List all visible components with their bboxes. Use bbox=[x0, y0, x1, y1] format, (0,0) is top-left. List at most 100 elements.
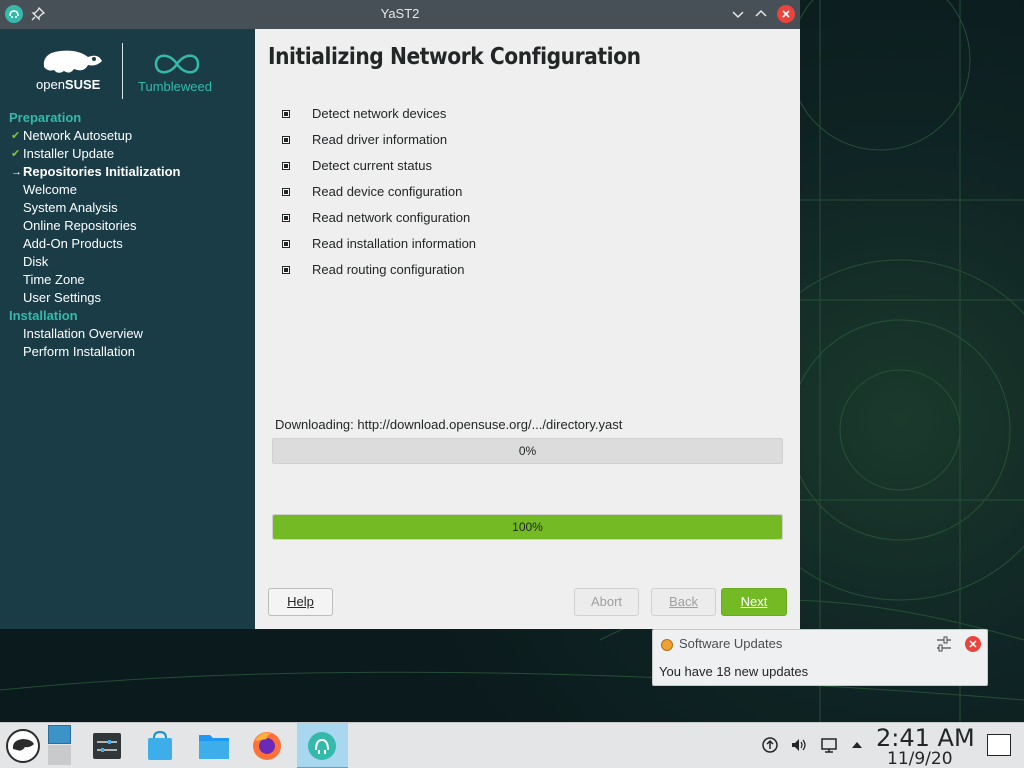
task-label: Detect network devices bbox=[312, 106, 447, 121]
task-label: Read device configuration bbox=[312, 184, 463, 199]
tumbleweed-infinity-icon bbox=[154, 54, 200, 74]
step-list: Preparation ✔ Network Autosetup ✔ Installe… bbox=[0, 109, 255, 361]
close-icon bbox=[969, 640, 977, 648]
step-perform-installation: Perform Installation bbox=[0, 343, 255, 361]
task-checkbox-icon bbox=[282, 240, 290, 248]
maximize-button[interactable] bbox=[752, 5, 770, 23]
clock-date[interactable]: 11/9/20 bbox=[887, 749, 953, 768]
configure-notification-button[interactable] bbox=[935, 635, 953, 653]
folder-icon bbox=[199, 735, 229, 759]
step-user-settings: User Settings bbox=[0, 289, 255, 307]
step-label: Network Autosetup bbox=[23, 128, 133, 143]
chevron-up-icon bbox=[755, 9, 767, 17]
notification-title: Software Updates bbox=[679, 636, 783, 651]
download-status: Downloading: http://download.opensuse.or… bbox=[275, 417, 623, 432]
settings-icon bbox=[93, 733, 121, 759]
clock-time[interactable]: 2:41 AM bbox=[876, 724, 975, 752]
step-system-analysis: System Analysis bbox=[0, 199, 255, 217]
download-progress-bar: 0% bbox=[272, 438, 783, 464]
step-group-preparation: Preparation bbox=[9, 110, 82, 125]
minimize-button[interactable] bbox=[729, 5, 747, 23]
next-button[interactable]: Next bbox=[721, 588, 787, 616]
tray-expand-arrow-icon[interactable] bbox=[848, 736, 866, 754]
close-notification-button[interactable] bbox=[965, 636, 981, 652]
next-button-label: Next bbox=[740, 594, 768, 609]
close-button[interactable] bbox=[777, 5, 795, 23]
task-label: Read network configuration bbox=[312, 210, 471, 225]
step-add-on-products: Add-On Products bbox=[0, 235, 255, 253]
yast-icon bbox=[308, 732, 336, 760]
checkmark-icon: ✔ bbox=[11, 148, 21, 160]
taskbar: 2:41 AM 11/9/20 bbox=[0, 722, 1024, 768]
step-group-installation: Installation bbox=[9, 308, 78, 323]
opensuse-wordmark-open: open bbox=[36, 77, 65, 92]
help-button-label: Help bbox=[287, 594, 314, 609]
step-network-autosetup: ✔ Network Autosetup bbox=[0, 127, 255, 145]
opensuse-wordmark: openSUSE bbox=[36, 77, 100, 92]
show-desktop-button[interactable] bbox=[987, 734, 1011, 756]
update-warning-icon bbox=[661, 639, 673, 651]
step-repositories-initialization: → Repositories Initialization bbox=[0, 163, 255, 181]
installation-steps-sidebar: openSUSE Tumbleweed Preparation ✔ Network… bbox=[0, 29, 255, 629]
step-welcome: Welcome bbox=[0, 181, 255, 199]
task-item: Read routing configuration bbox=[280, 261, 476, 287]
progress-text: 100% bbox=[512, 520, 543, 534]
task-item: Detect current status bbox=[280, 157, 476, 183]
volume-icon[interactable] bbox=[790, 736, 808, 754]
task-checkbox-icon bbox=[282, 162, 290, 170]
task-label: Detect current status bbox=[312, 158, 432, 173]
step-label: Online Repositories bbox=[23, 218, 137, 233]
virtual-desktop-pager[interactable] bbox=[46, 723, 76, 768]
distribution-logo: openSUSE Tumbleweed bbox=[36, 43, 226, 99]
step-label: Installation Overview bbox=[23, 326, 143, 341]
notification-body: You have 18 new updates bbox=[659, 664, 809, 679]
opensuse-chameleon-icon bbox=[43, 50, 102, 73]
step-installation-overview: Installation Overview bbox=[0, 325, 255, 343]
back-button[interactable]: Back bbox=[651, 588, 716, 616]
opensuse-launcher-icon bbox=[6, 729, 40, 763]
task-label: Read driver information bbox=[312, 132, 448, 147]
task-item: Read driver information bbox=[280, 131, 476, 157]
step-label: Time Zone bbox=[23, 272, 85, 287]
taskbar-firefox[interactable] bbox=[244, 723, 290, 768]
yast-window: YaST2 openSUSE Tumbleweed Preparation ✔ … bbox=[0, 0, 800, 629]
step-label: Installer Update bbox=[23, 146, 115, 161]
step-installer-update: ✔ Installer Update bbox=[0, 145, 255, 163]
step-label: Disk bbox=[23, 254, 49, 269]
task-checkbox-icon bbox=[282, 188, 290, 196]
task-label: Read routing configuration bbox=[312, 262, 465, 277]
taskbar-discover[interactable] bbox=[137, 723, 183, 768]
task-item: Read device configuration bbox=[280, 183, 476, 209]
step-label: User Settings bbox=[23, 290, 102, 305]
checkmark-icon: ✔ bbox=[11, 130, 21, 142]
task-list: Detect network devices Read driver infor… bbox=[280, 105, 476, 287]
abort-button[interactable]: Abort bbox=[574, 588, 639, 616]
step-time-zone: Time Zone bbox=[0, 271, 255, 289]
firefox-icon bbox=[253, 732, 281, 760]
task-checkbox-icon bbox=[282, 266, 290, 274]
task-label: Read installation information bbox=[312, 236, 477, 251]
task-item: Read network configuration bbox=[280, 209, 476, 235]
pager-desktop-1[interactable] bbox=[48, 725, 71, 744]
taskbar-dolphin[interactable] bbox=[191, 723, 237, 768]
step-online-repositories: Online Repositories bbox=[0, 217, 255, 235]
pager-desktop-2[interactable] bbox=[48, 745, 71, 765]
page-title: Initializing Network Configuration bbox=[268, 44, 641, 70]
help-button[interactable]: Help bbox=[268, 588, 333, 616]
progress-text: 0% bbox=[518, 444, 537, 458]
network-icon[interactable] bbox=[820, 736, 838, 754]
task-item: Detect network devices bbox=[280, 105, 476, 131]
window-titlebar[interactable]: YaST2 bbox=[0, 0, 800, 29]
window-title: YaST2 bbox=[380, 6, 420, 21]
task-item: Read installation information bbox=[280, 235, 476, 261]
taskbar-system-settings[interactable] bbox=[84, 723, 130, 768]
taskbar-yast2[interactable] bbox=[297, 723, 348, 768]
step-label: Welcome bbox=[23, 182, 77, 197]
step-label: Add-On Products bbox=[23, 236, 123, 251]
step-disk: Disk bbox=[0, 253, 255, 271]
application-launcher[interactable] bbox=[0, 723, 46, 768]
main-content: Initializing Network Configuration Detec… bbox=[255, 29, 800, 629]
update-tray-icon[interactable] bbox=[761, 736, 779, 754]
opensuse-wordmark-suse: SUSE bbox=[64, 77, 101, 92]
software-updates-notification[interactable]: Software Updates You have 18 new updates bbox=[652, 629, 988, 686]
